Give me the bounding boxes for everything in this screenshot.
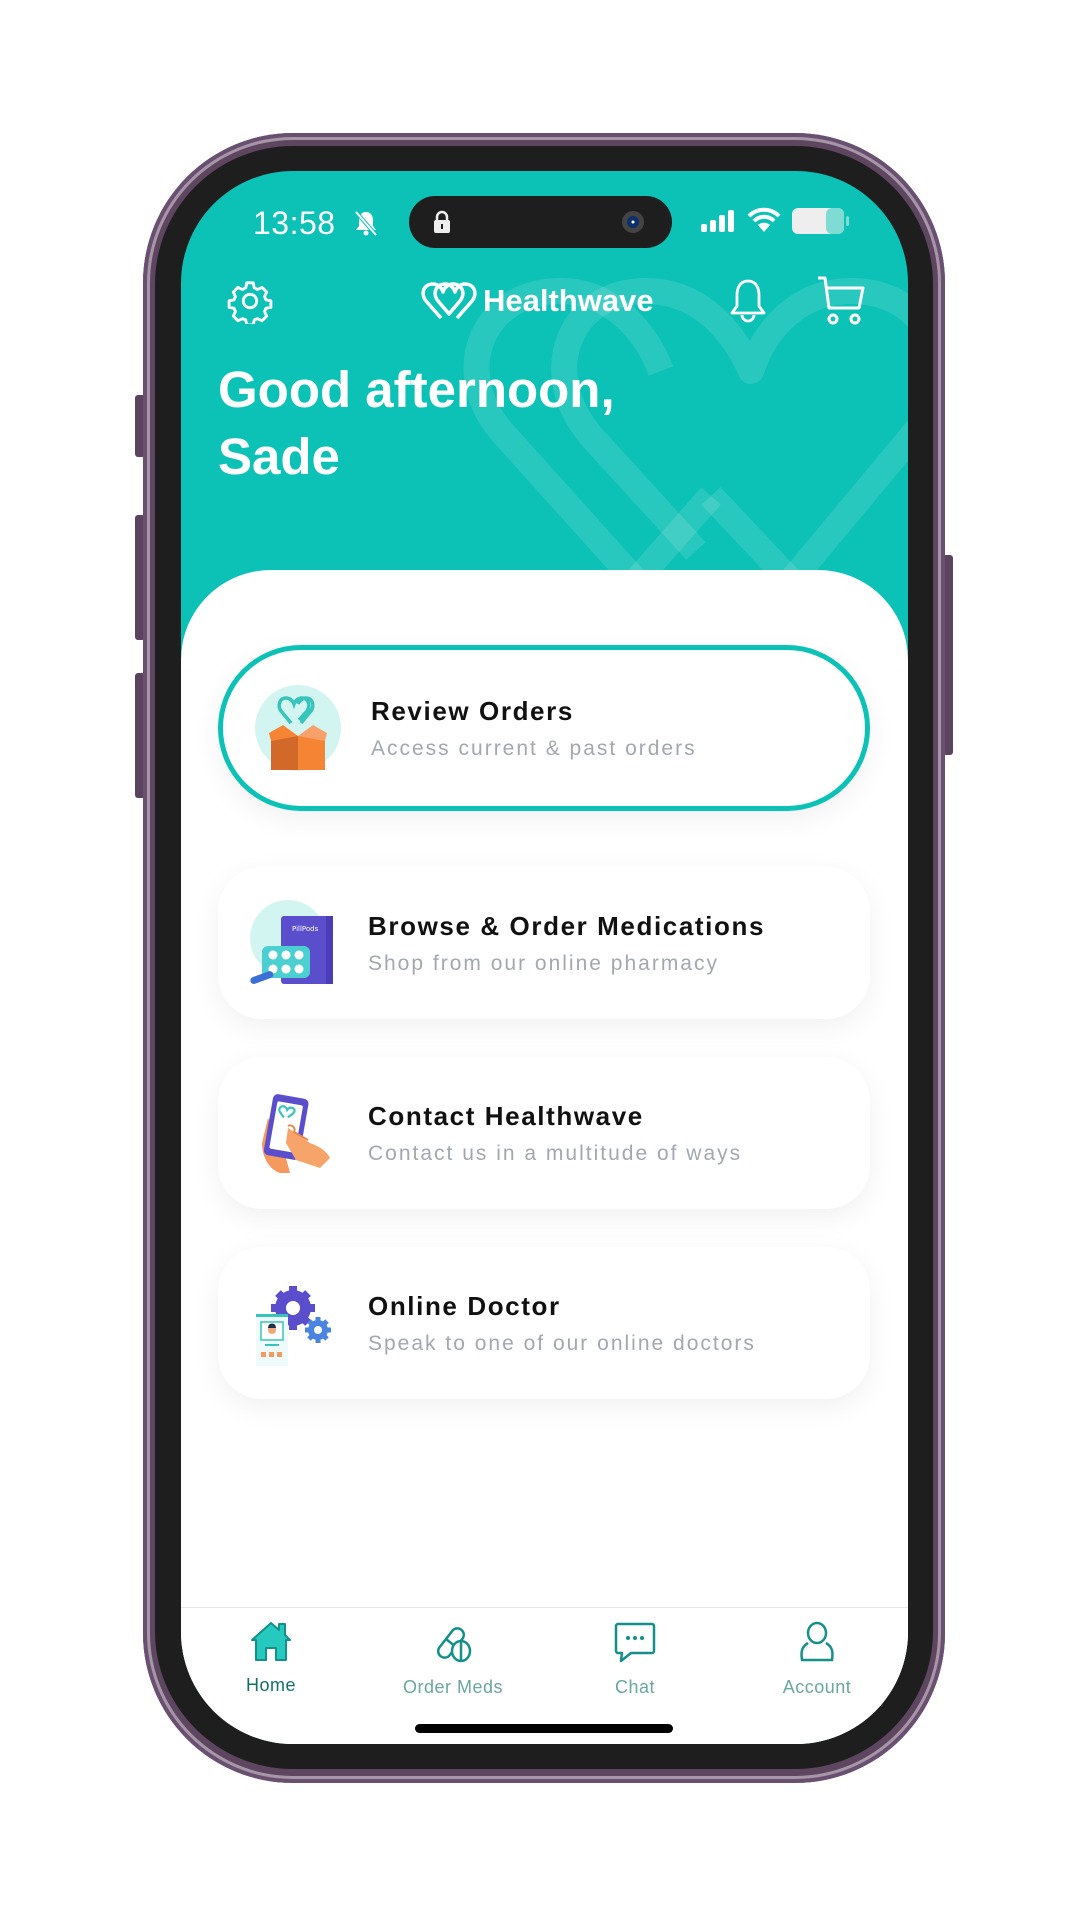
menu-card-online-doctor[interactable]: Online Doctor Speak to one of our online…	[218, 1247, 870, 1399]
pillpods-label: PillPods	[292, 925, 319, 933]
phone-screen: 13:58 Healthwave Good afternoon, Sade Re…	[181, 171, 908, 1744]
card-subtitle: Speak to one of our online doctors	[368, 1331, 756, 1355]
card-text: Review Orders Access current & past orde…	[371, 696, 697, 761]
signal-icon	[701, 210, 734, 232]
cart-icon[interactable]	[816, 275, 866, 327]
card-title: Review Orders	[371, 695, 574, 726]
nav-label: Account	[782, 1677, 852, 1697]
status-bar: 13:58	[181, 171, 908, 281]
account-icon	[800, 1621, 834, 1662]
home-indicator[interactable]	[415, 1724, 673, 1733]
greeting-name: Sade	[218, 428, 340, 485]
bell-icon[interactable]	[729, 277, 767, 325]
dynamic-island	[409, 196, 672, 248]
camera-icon	[622, 211, 644, 233]
card-title: Online Doctor	[368, 1290, 561, 1321]
nav-label: Order Meds	[402, 1677, 504, 1697]
card-text: Browse & Order Medications Shop from our…	[368, 911, 765, 976]
gear-icon[interactable]	[227, 278, 273, 324]
menu-card-review-orders[interactable]: Review Orders Access current & past orde…	[218, 645, 870, 811]
battery-icon	[792, 208, 849, 234]
card-subtitle: Contact us in a multitude of ways	[368, 1141, 743, 1165]
nav-home[interactable]: Home	[191, 1620, 351, 1696]
card-text: Online Doctor Speak to one of our online…	[368, 1291, 756, 1356]
brand-name: Healthwave	[483, 283, 654, 318]
bell-slash-icon	[354, 210, 378, 237]
card-title: Contact Healthwave	[368, 1100, 644, 1131]
card-title: Browse & Order Medications	[368, 910, 766, 941]
nav-label: Home	[245, 1675, 296, 1695]
nav-label: Chat	[614, 1677, 656, 1697]
pills-icon	[436, 1627, 472, 1663]
app-header: Healthwave	[181, 271, 908, 351]
nav-account[interactable]: Account	[737, 1620, 897, 1698]
nav-order-meds[interactable]: Order Meds	[373, 1620, 533, 1698]
phone-hand-icon	[248, 1088, 338, 1178]
greeting: Good afternoon, Sade	[218, 356, 615, 490]
status-time: 13:58	[253, 205, 336, 241]
wifi-icon	[747, 207, 781, 232]
card-subtitle: Access current & past orders	[371, 736, 697, 760]
brand-logo: Healthwave	[421, 281, 654, 321]
doctor-gears-icon	[248, 1278, 338, 1368]
greeting-line-1: Good afternoon,	[218, 361, 615, 418]
card-subtitle: Shop from our online pharmacy	[368, 951, 719, 975]
nav-chat[interactable]: Chat	[555, 1620, 715, 1698]
pill-pack-icon: PillPods	[248, 898, 338, 988]
chat-icon	[614, 1622, 656, 1663]
home-icon	[251, 1622, 291, 1661]
menu-card-browse-medications[interactable]: PillPods Browse & Order Medications Shop…	[218, 867, 870, 1019]
card-text: Contact Healthwave Contact us in a multi…	[368, 1101, 742, 1166]
healthwave-logo-icon	[421, 282, 477, 320]
content-panel: Review Orders Access current & past orde…	[181, 570, 908, 1744]
order-box-icon	[253, 683, 343, 773]
menu-card-contact[interactable]: Contact Healthwave Contact us in a multi…	[218, 1057, 870, 1209]
lock-icon	[434, 210, 450, 233]
